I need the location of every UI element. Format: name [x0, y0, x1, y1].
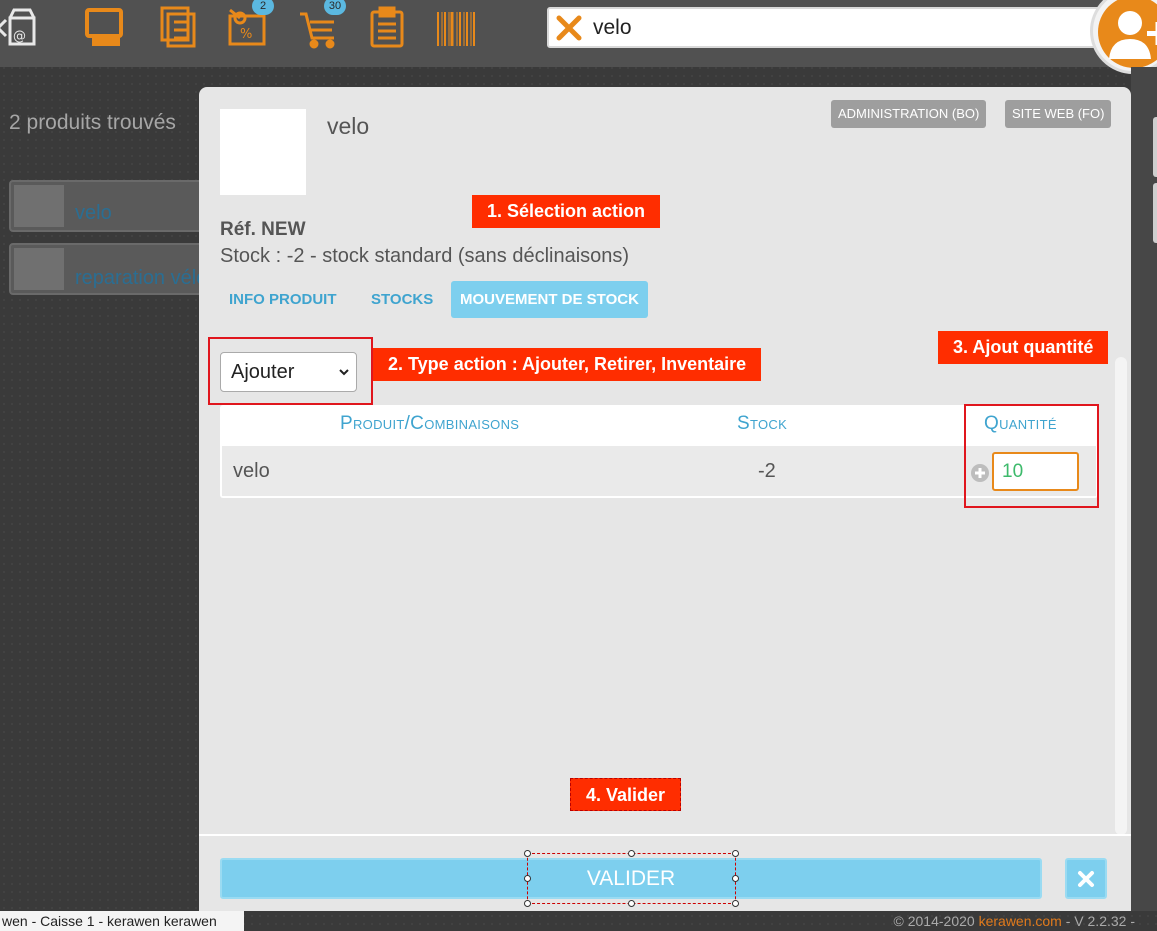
results-count: 2 produits trouvés	[9, 111, 176, 134]
svg-text:%: %	[240, 27, 252, 42]
clear-search-icon[interactable]	[555, 14, 583, 42]
annotation-step-2: 2. Type action : Ajouter, Retirer, Inven…	[373, 348, 762, 381]
version-text: - V 2.2.32 -	[1061, 913, 1135, 929]
resize-handle	[524, 875, 531, 882]
close-icon	[1078, 871, 1094, 887]
right-side-panel	[1131, 67, 1157, 911]
cart-icon[interactable]: 30	[298, 0, 346, 50]
highlight-action-select	[208, 337, 373, 405]
resize-handle	[524, 850, 531, 857]
search-input[interactable]	[593, 11, 1093, 45]
promotions-badge: 2	[252, 0, 274, 15]
close-modal-button[interactable]	[1065, 858, 1107, 899]
side-handle[interactable]	[1153, 183, 1157, 243]
annotation-step-4: 4. Valider	[570, 778, 682, 811]
copyright-version: © 2014-2020 kerawen.com - V 2.2.32 -	[860, 911, 1135, 931]
result-thumbnail	[14, 248, 64, 290]
highlight-valider	[524, 850, 739, 907]
result-item-reparation[interactable]: reparation vélo	[9, 243, 209, 295]
resize-handle	[628, 850, 635, 857]
svg-text:@: @	[13, 29, 26, 44]
result-label: reparation vélo	[75, 267, 208, 289]
resize-handle	[732, 850, 739, 857]
add-user-icon	[1098, 0, 1157, 68]
cell-product: velo	[233, 460, 270, 482]
tab-stocks[interactable]: STOCKS	[362, 281, 442, 318]
resize-handle	[524, 900, 531, 907]
administration-button[interactable]: ADMINISTRATION (BO)	[831, 100, 987, 128]
back-store-icon[interactable]: @	[0, 6, 38, 50]
annotation-step-3: 3. Ajout quantité	[938, 331, 1109, 364]
result-label: velo	[75, 202, 112, 224]
resize-handle	[732, 875, 739, 882]
highlight-quantity	[964, 404, 1099, 508]
session-status: wen - Caisse 1 - kerawen kerawen	[0, 911, 244, 931]
pos-terminal-icon[interactable]	[84, 6, 128, 50]
site-web-button[interactable]: SITE WEB (FO)	[1005, 100, 1112, 128]
cart-badge: 30	[324, 0, 346, 15]
product-reference: Réf. NEW	[220, 219, 306, 240]
product-stock-info: Stock : -2 - stock standard (sans déclin…	[220, 245, 630, 267]
top-toolbar: @ % 2 30	[0, 0, 1157, 74]
resize-handle	[628, 900, 635, 907]
resize-handle	[732, 900, 739, 907]
product-image	[220, 109, 306, 195]
barcode-icon[interactable]	[434, 6, 478, 50]
brand-link[interactable]: kerawen.com	[979, 913, 1062, 929]
result-item-velo[interactable]: velo	[9, 180, 209, 232]
add-customer-avatar[interactable]	[1090, 0, 1157, 74]
column-header-product: Produit/Combinaisons	[340, 413, 520, 434]
search-box	[547, 7, 1107, 48]
copyright-text: © 2014-2020	[893, 913, 979, 929]
tab-info-produit[interactable]: INFO PRODUIT	[220, 281, 346, 318]
tab-mouvement-de-stock[interactable]: MOUVEMENT DE STOCK	[451, 281, 648, 318]
promotions-icon[interactable]: % 2	[226, 0, 274, 50]
product-name: velo	[327, 113, 370, 139]
cell-stock: -2	[758, 460, 776, 482]
modal-scrollbar[interactable]	[1115, 357, 1127, 835]
column-header-stock: Stock	[737, 413, 788, 434]
footer-divider	[199, 834, 1131, 836]
side-handle[interactable]	[1153, 117, 1157, 177]
result-thumbnail	[14, 185, 64, 227]
annotation-step-1: 1. Sélection action	[472, 195, 661, 228]
catalog-icon[interactable]	[156, 6, 200, 50]
clipboard-icon[interactable]	[366, 6, 410, 50]
